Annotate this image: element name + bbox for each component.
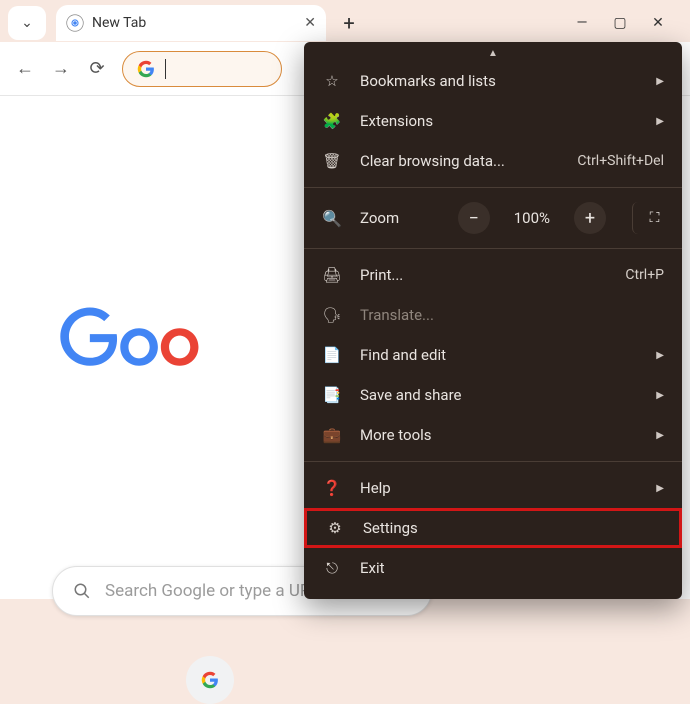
google-g-icon [137,60,155,78]
fullscreen-button[interactable]: ⛶ [632,202,664,234]
menu-label: Exit [360,559,664,577]
briefcase-icon: 💼 [322,425,342,445]
translate-icon: 🗣 [322,305,342,325]
menu-label: Help [360,479,638,497]
reload-button[interactable]: ⟳ [86,58,108,80]
print-icon: 🖨 [322,265,342,285]
menu-item-help[interactable]: ❓ Help ▶ [304,468,682,508]
menu-label: Find and edit [360,346,638,364]
exit-icon: ⎋ [322,558,342,578]
menu-label: Settings [363,519,661,537]
menu-separator [304,248,682,249]
menu-item-exit[interactable]: ⎋ Exit [304,548,682,588]
menu-label: More tools [360,426,638,444]
menu-label: Translate... [360,306,664,324]
zoom-value: 100% [514,209,550,227]
save-icon: 📑 [322,385,342,405]
menu-item-print[interactable]: 🖨 Print... Ctrl+P [304,255,682,295]
google-g-icon [201,671,219,689]
browser-tab[interactable]: New Tab ✕ [56,5,326,41]
menu-label: Extensions [360,112,638,130]
chrome-menu: ▲ ☆ Bookmarks and lists ▶ 🧩 Extensions ▶… [304,42,682,599]
menu-item-translate: 🗣 Translate... [304,295,682,335]
maximize-button[interactable]: ▢ [610,13,630,33]
gear-icon: ⚙ [325,518,345,538]
find-icon: 📄 [322,345,342,365]
menu-label: Print... [360,266,607,284]
omnibox[interactable] [122,51,282,87]
menu-item-zoom: 🔍 Zoom − 100% + ⛶ [304,194,682,242]
menu-label: Clear browsing data... [360,152,559,170]
chevron-right-icon: ▶ [656,390,664,401]
menu-item-find[interactable]: 📄 Find and edit ▶ [304,335,682,375]
menu-label: Zoom [360,209,440,227]
window-controls: — ▢ ✕ [572,13,682,33]
chevron-right-icon: ▶ [656,483,664,494]
extension-icon: 🧩 [322,111,342,131]
search-icon [73,582,91,600]
profile-chip[interactable]: ⌄ [8,6,46,40]
chevron-right-icon: ▶ [656,116,664,127]
scroll-up-icon[interactable]: ▲ [304,42,682,61]
text-cursor [165,59,166,79]
menu-shortcut: Ctrl+Shift+Del [577,153,664,169]
menu-item-more-tools[interactable]: 💼 More tools ▶ [304,415,682,455]
help-icon: ❓ [322,478,342,498]
menu-separator [304,461,682,462]
minimize-button[interactable]: — [572,13,592,33]
star-icon: ☆ [322,71,342,91]
menu-item-extensions[interactable]: 🧩 Extensions ▶ [304,101,682,141]
back-button[interactable]: ← [14,58,36,80]
google-logo [60,306,290,390]
menu-item-save-share[interactable]: 📑 Save and share ▶ [304,375,682,415]
close-icon[interactable]: ✕ [304,15,316,31]
chevron-right-icon: ▶ [656,430,664,441]
menu-item-settings[interactable]: ⚙ Settings [304,508,682,548]
menu-item-bookmarks[interactable]: ☆ Bookmarks and lists ▶ [304,61,682,101]
search-placeholder: Search Google or type a URL [105,581,320,601]
menu-item-clear-data[interactable]: 🗑 Clear browsing data... Ctrl+Shift+Del [304,141,682,181]
tab-title: New Tab [92,15,146,31]
tab-strip: ⌄ New Tab ✕ + — ▢ ✕ [0,0,690,42]
new-tab-button[interactable]: + [334,8,364,38]
chevron-right-icon: ▶ [656,350,664,361]
chrome-icon [66,14,84,32]
menu-separator [304,187,682,188]
forward-button[interactable]: → [50,58,72,80]
trash-icon: 🗑 [322,151,342,171]
chevron-right-icon: ▶ [656,76,664,87]
shortcut-tile[interactable] [186,656,234,704]
menu-shortcut: Ctrl+P [625,267,664,283]
menu-label: Bookmarks and lists [360,72,638,90]
chevron-down-icon: ⌄ [21,15,33,31]
zoom-in-button[interactable]: + [574,202,606,234]
zoom-icon: 🔍 [322,208,342,228]
close-window-button[interactable]: ✕ [648,13,668,33]
zoom-out-button[interactable]: − [458,202,490,234]
menu-label: Save and share [360,386,638,404]
